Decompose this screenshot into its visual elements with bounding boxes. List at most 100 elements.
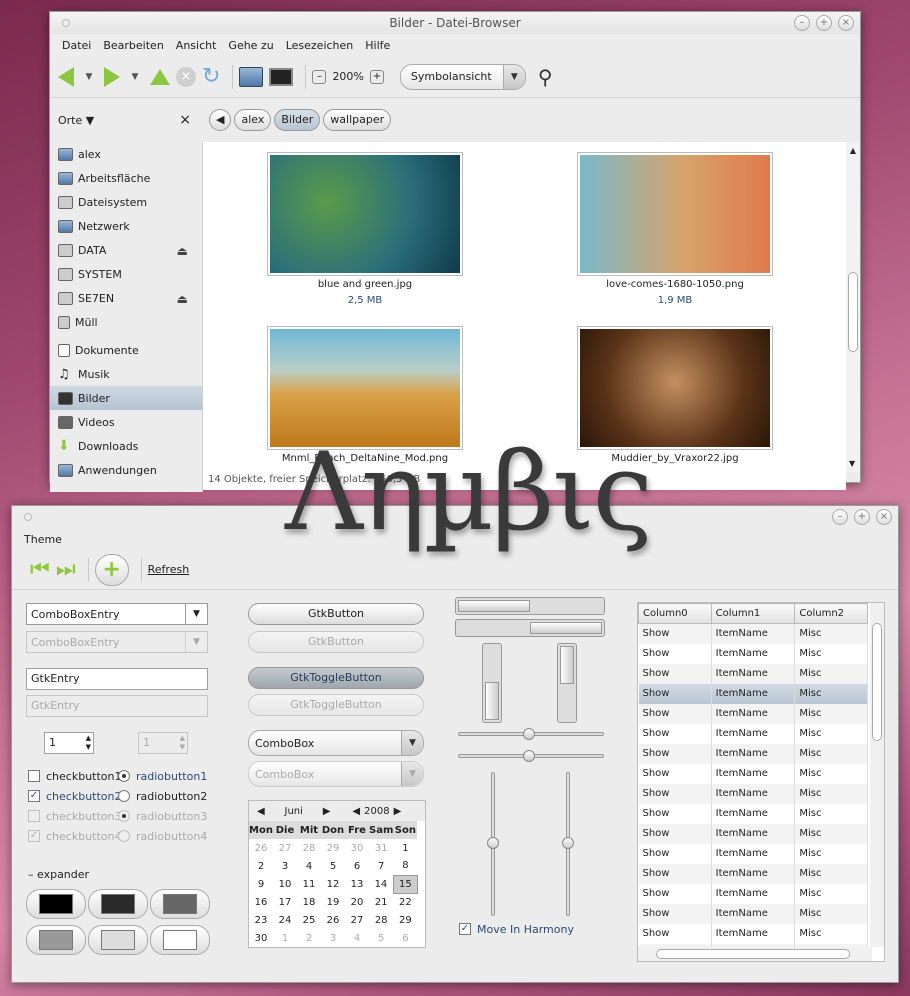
- scroll-thumb[interactable]: [872, 623, 882, 741]
- scroll-down-icon[interactable]: ▼: [849, 459, 855, 468]
- scroll-thumb[interactable]: [530, 622, 602, 634]
- sidebar-item-applications[interactable]: Anwendungen: [50, 458, 202, 482]
- computer-button[interactable]: [269, 62, 294, 92]
- menu-ansicht[interactable]: Ansicht: [176, 39, 217, 52]
- up-button[interactable]: [150, 62, 170, 92]
- gtk-button[interactable]: GtkButton: [248, 603, 424, 625]
- color-button[interactable]: [26, 889, 86, 919]
- color-button[interactable]: [88, 925, 148, 955]
- window-menu-icon[interactable]: [24, 513, 32, 521]
- table-row[interactable]: ShowItemNameMisc: [638, 743, 868, 764]
- color-button[interactable]: [26, 925, 86, 955]
- next-year-icon[interactable]: ▶: [394, 806, 402, 817]
- expander[interactable]: – expander: [28, 868, 89, 881]
- tree-horizontal-scrollbar[interactable]: [638, 947, 872, 961]
- table-row[interactable]: ShowItemNameMisc: [638, 703, 868, 724]
- goto-last-button[interactable]: ⏭: [56, 555, 76, 585]
- table-row[interactable]: ShowItemNameMisc: [638, 623, 868, 644]
- file-name[interactable]: blue and green.jpg: [245, 279, 485, 290]
- color-button[interactable]: [150, 925, 210, 955]
- close-sidebar-icon[interactable]: ×: [179, 112, 191, 128]
- vertical-scrollbar[interactable]: [557, 643, 577, 723]
- sidebar-item-documents[interactable]: Dokumente: [50, 338, 202, 362]
- menu-bearbeiten[interactable]: Bearbeiten: [103, 39, 163, 52]
- eject-icon[interactable]: ⏏: [177, 244, 188, 258]
- sidebar-item-downloads[interactable]: ⬇ Downloads: [50, 434, 202, 458]
- search-button[interactable]: ⚲: [538, 62, 553, 92]
- slider-knob[interactable]: [487, 837, 499, 849]
- prev-year-icon[interactable]: ◀: [352, 806, 360, 817]
- maximize-icon[interactable]: +: [854, 509, 870, 525]
- scroll-thumb[interactable]: [458, 600, 530, 612]
- sidebar-item-se7en[interactable]: SE7EN ⏏: [50, 286, 202, 310]
- table-row[interactable]: ShowItemNameMisc: [638, 643, 868, 664]
- home-button[interactable]: [239, 62, 264, 92]
- sidebar-item-music[interactable]: ♫ Musik: [50, 362, 202, 386]
- sidebar-item-data[interactable]: DATA ⏏: [50, 238, 202, 262]
- table-row[interactable]: ShowItemNameMisc: [638, 823, 868, 844]
- scroll-thumb[interactable]: [560, 646, 574, 684]
- table-row[interactable]: ShowItemNameMisc: [638, 903, 868, 924]
- zoom-level[interactable]: 200%: [332, 62, 363, 92]
- menu-datei[interactable]: Datei: [62, 39, 91, 52]
- close-icon[interactable]: ×: [876, 509, 892, 525]
- forward-button[interactable]: [104, 62, 120, 92]
- back-history-dropdown[interactable]: ▼: [80, 62, 98, 92]
- horizontal-slider[interactable]: [458, 750, 604, 762]
- menu-gehe-zu[interactable]: Gehe zu: [228, 39, 273, 52]
- chevron-down-icon[interactable]: ▼: [185, 604, 207, 624]
- slider-knob[interactable]: [523, 750, 535, 762]
- scroll-up-icon[interactable]: ▲: [846, 146, 860, 155]
- slider-knob[interactable]: [562, 837, 574, 849]
- combo-box[interactable]: ComboBox ▼: [248, 730, 424, 756]
- column-header[interactable]: Column0: [638, 603, 712, 624]
- column-header[interactable]: Column1: [710, 603, 796, 624]
- menu-hilfe[interactable]: Hilfe: [365, 39, 390, 52]
- menu-lesezeichen[interactable]: Lesezeichen: [286, 39, 354, 52]
- file-thumbnail[interactable]: [577, 152, 773, 276]
- reload-button[interactable]: ↻: [202, 62, 220, 92]
- checkbutton1[interactable]: checkbutton1: [28, 766, 122, 786]
- vertical-slider[interactable]: [562, 772, 574, 916]
- sidebar-item-trash[interactable]: Müll: [50, 310, 202, 334]
- toggle-button[interactable]: GtkToggleButton: [248, 667, 424, 689]
- column-header[interactable]: Column2: [794, 603, 868, 624]
- sidebar-item-alex[interactable]: alex: [50, 142, 202, 166]
- table-row[interactable]: ShowItemNameMisc: [638, 923, 868, 944]
- color-button[interactable]: [150, 889, 210, 919]
- vertical-slider[interactable]: [487, 772, 499, 916]
- minimize-icon[interactable]: –: [832, 509, 848, 525]
- table-row[interactable]: ShowItemNameMisc: [638, 763, 868, 784]
- close-icon[interactable]: ×: [838, 15, 854, 31]
- sidebar-item-network[interactable]: Netzwerk: [50, 214, 202, 238]
- move-in-harmony-checkbox[interactable]: ✓ Move In Harmony: [459, 919, 574, 939]
- table-row[interactable]: ShowItemNameMisc: [638, 883, 868, 904]
- table-row-selected[interactable]: Show ItemName Misc: [638, 683, 868, 704]
- color-button[interactable]: [88, 889, 148, 919]
- tree-vertical-scrollbar[interactable]: [870, 603, 884, 947]
- next-month-icon[interactable]: ▶: [323, 806, 331, 817]
- back-button[interactable]: [58, 62, 74, 92]
- spin-button[interactable]: 1 ▲ ▼: [44, 732, 94, 754]
- zoom-out-button[interactable]: –: [312, 62, 327, 92]
- scroll-thumb[interactable]: [485, 682, 499, 720]
- maximize-icon[interactable]: +: [816, 15, 832, 31]
- combo-entry[interactable]: ComboBoxEntry ▼: [26, 603, 208, 625]
- horizontal-slider[interactable]: [458, 728, 604, 740]
- stop-button[interactable]: ×: [176, 62, 196, 92]
- add-button[interactable]: +: [94, 553, 129, 586]
- table-row[interactable]: ShowItemNameMisc: [638, 783, 868, 804]
- horizontal-scrollbar[interactable]: [455, 597, 605, 615]
- table-row[interactable]: ShowItemNameMisc: [638, 663, 868, 684]
- path-item-bilder[interactable]: Bilder: [274, 109, 321, 131]
- view-mode-select[interactable]: Symbolansicht ▼: [399, 63, 526, 90]
- places-dropdown[interactable]: Orte ▼: [58, 114, 94, 127]
- calendar-grid[interactable]: Mon Die Mit Don Fre Sam Son 26 27 28 29 30 31 1 2345…: [249, 821, 418, 947]
- sidebar-item-desktop[interactable]: Arbeitsfläche: [50, 166, 202, 190]
- zoom-in-button[interactable]: +: [369, 62, 384, 92]
- spin-arrows-icon[interactable]: ▲ ▼: [86, 734, 91, 752]
- sidebar-item-filesystem[interactable]: Dateisystem: [50, 190, 202, 214]
- sidebar-item-system[interactable]: SYSTEM: [50, 262, 202, 286]
- prev-month-icon[interactable]: ◀: [257, 806, 265, 817]
- file-name[interactable]: love-comes-1680-1050.png: [555, 279, 795, 290]
